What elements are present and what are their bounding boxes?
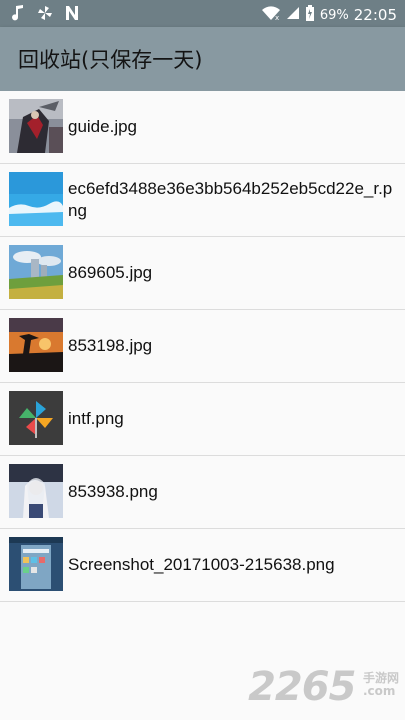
thumb-screenshot <box>9 537 63 591</box>
thumb-castle-field <box>9 245 63 299</box>
fan-icon <box>36 4 54 26</box>
app-bar: 回收站(只保存一天) <box>0 27 405 91</box>
file-name: 853198.jpg <box>68 336 153 355</box>
list-item[interactable]: ec6efd3488e36e3bb564b252eb5cd22e_r.png <box>0 164 405 237</box>
list-item[interactable]: Screenshot_20171003-215638.png <box>0 529 405 602</box>
status-bar: x 69% 22:05 <box>0 0 405 27</box>
file-name: 853938.png <box>68 482 158 501</box>
file-name: ec6efd3488e36e3bb564b252eb5cd22e_r.png <box>68 179 393 220</box>
thumb-warrior <box>9 99 63 153</box>
svg-text:x: x <box>275 14 279 21</box>
thumb-anime-girl <box>9 464 63 518</box>
wifi-icon: x <box>261 5 281 25</box>
status-system-icons: x 69% 22:05 <box>261 5 397 25</box>
list-item[interactable]: intf.png <box>0 383 405 456</box>
list-item[interactable]: guide.jpg <box>0 91 405 164</box>
battery-percent: 69% <box>319 7 349 23</box>
page-title: 回收站(只保存一天) <box>18 48 203 72</box>
file-name: guide.jpg <box>68 117 138 136</box>
recycle-bin-file-list: guide.jpg ec6efd3488e36e3bb564b252eb5cd2… <box>0 91 405 602</box>
n-icon <box>64 4 80 26</box>
watermark-number: 2265 <box>248 664 356 710</box>
status-notification-icons <box>10 4 80 26</box>
thumb-sky <box>9 172 63 226</box>
file-name: 869605.jpg <box>68 263 153 282</box>
thumb-sunset-tree <box>9 318 63 372</box>
signal-icon <box>286 6 300 24</box>
file-name: Screenshot_20171003-215638.png <box>68 555 335 574</box>
watermark-domain: .com <box>362 684 396 698</box>
music-note-icon <box>10 4 26 26</box>
watermark-logo: 2265 手游网 .com <box>248 664 399 710</box>
list-item[interactable]: 869605.jpg <box>0 237 405 310</box>
list-item[interactable]: 853198.jpg <box>0 310 405 383</box>
file-name: intf.png <box>68 409 124 428</box>
thumb-pinwheel <box>9 391 63 445</box>
list-item[interactable]: 853938.png <box>0 456 405 529</box>
battery-icon <box>305 5 315 25</box>
clock: 22:05 <box>353 6 397 24</box>
